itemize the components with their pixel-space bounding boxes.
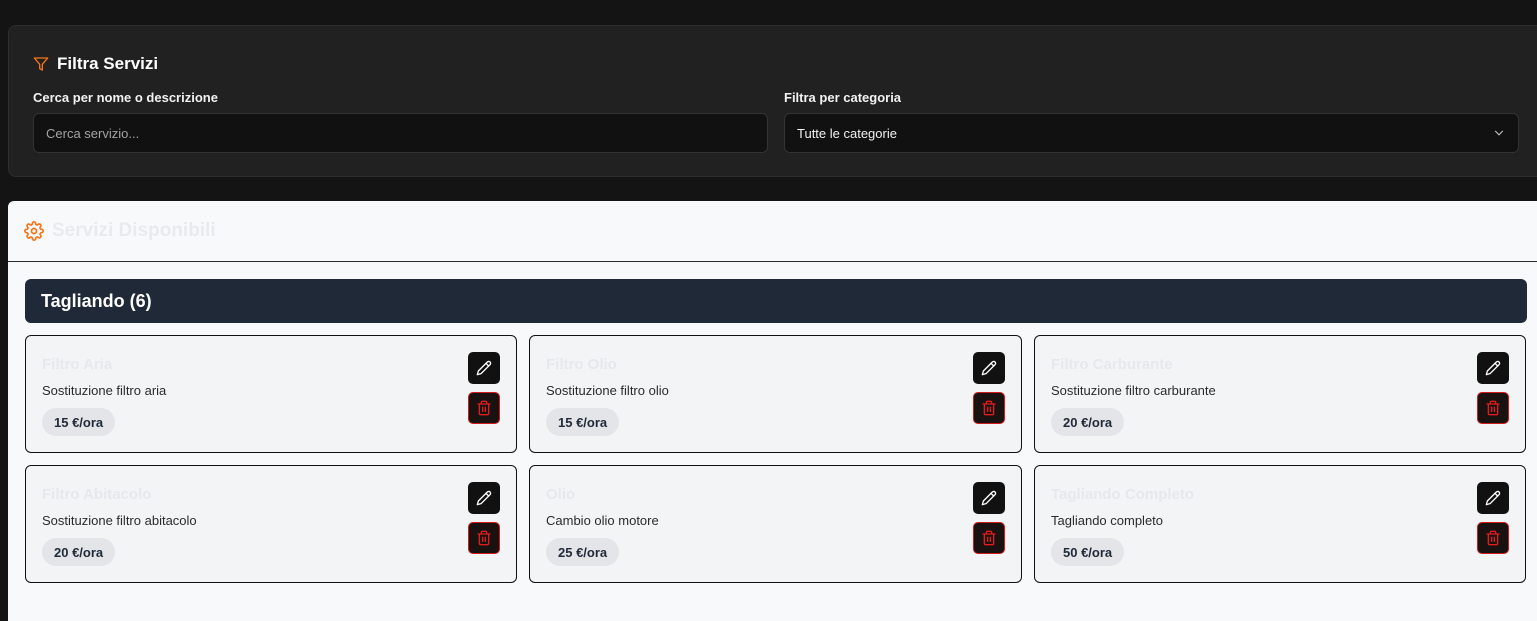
service-card: Olio Cambio olio motore 25 €/ora — [529, 465, 1022, 583]
search-input[interactable] — [33, 113, 768, 153]
gear-icon — [24, 221, 44, 241]
service-name: Tagliando Completo — [1051, 486, 1195, 503]
services-header: Servizi Disponibili — [8, 201, 1537, 262]
delete-button[interactable] — [468, 522, 500, 554]
delete-button[interactable] — [468, 392, 500, 424]
service-card: Filtro Olio Sostituzione filtro olio 15 … — [529, 335, 1022, 453]
delete-button[interactable] — [973, 522, 1005, 554]
price-badge: 20 €/ora — [1051, 408, 1125, 436]
edit-button[interactable] — [468, 482, 500, 514]
service-description: Sostituzione filtro aria — [42, 383, 167, 398]
trash-icon — [982, 530, 996, 546]
services-panel: Servizi Disponibili Tagliando (6) Filtro… — [8, 201, 1537, 621]
category-select[interactable]: Tutte le categorie — [784, 113, 1519, 153]
price-badge: 15 €/ora — [546, 408, 620, 436]
category-header-tagliando[interactable]: Tagliando (6) — [25, 279, 1527, 323]
service-card: Filtro Abitacolo Sostituzione filtro abi… — [25, 465, 517, 583]
service-description: Sostituzione filtro carburante — [1051, 383, 1216, 398]
delete-button[interactable] — [973, 392, 1005, 424]
edit-button[interactable] — [973, 352, 1005, 384]
service-name: Olio — [546, 486, 576, 503]
pencil-icon — [476, 490, 492, 506]
price-badge: 50 €/ora — [1051, 538, 1125, 566]
chevron-down-icon — [1494, 130, 1504, 136]
service-card: Filtro Aria Sostituzione filtro aria 15 … — [25, 335, 517, 453]
category-select-value: Tutte le categorie — [797, 125, 897, 141]
pencil-icon — [1485, 360, 1501, 376]
trash-icon — [1486, 530, 1500, 546]
pencil-icon — [1485, 490, 1501, 506]
trash-icon — [477, 400, 491, 416]
price-badge: 15 €/ora — [42, 408, 116, 436]
pencil-icon — [981, 490, 997, 506]
price-badge: 20 €/ora — [42, 538, 116, 566]
pencil-icon — [476, 360, 492, 376]
trash-icon — [1486, 400, 1500, 416]
trash-icon — [982, 400, 996, 416]
filter-title-text: Filtra Servizi — [57, 54, 159, 73]
edit-button[interactable] — [973, 482, 1005, 514]
edit-button[interactable] — [468, 352, 500, 384]
pencil-icon — [981, 360, 997, 376]
service-card: Tagliando Completo Tagliando completo 50… — [1034, 465, 1526, 583]
category-filter-label: Filtra per categoria — [784, 90, 902, 105]
service-description: Tagliando completo — [1051, 513, 1164, 528]
edit-button[interactable] — [1477, 352, 1509, 384]
trash-icon — [477, 530, 491, 546]
service-name: Filtro Aria — [42, 356, 113, 373]
service-description: Sostituzione filtro olio — [546, 383, 669, 398]
delete-button[interactable] — [1477, 522, 1509, 554]
filter-panel: Filtra Servizi Cerca per nome o descrizi… — [8, 25, 1537, 177]
service-card: Filtro Carburante Sostituzione filtro ca… — [1034, 335, 1526, 453]
price-badge: 25 €/ora — [546, 538, 620, 566]
search-label: Cerca per nome o descrizione — [33, 90, 218, 105]
service-description: Sostituzione filtro abitacolo — [42, 513, 197, 528]
service-name: Filtro Abitacolo — [42, 486, 152, 503]
service-cards-grid: Filtro Aria Sostituzione filtro aria 15 … — [25, 335, 1527, 583]
service-name: Filtro Carburante — [1051, 356, 1173, 373]
delete-button[interactable] — [1477, 392, 1509, 424]
edit-button[interactable] — [1477, 482, 1509, 514]
services-title: Servizi Disponibili — [52, 220, 216, 241]
filter-title: Filtra Servizi — [33, 54, 158, 74]
service-name: Filtro Olio — [546, 356, 617, 373]
service-description: Cambio olio motore — [546, 513, 659, 528]
filter-icon — [33, 57, 49, 71]
